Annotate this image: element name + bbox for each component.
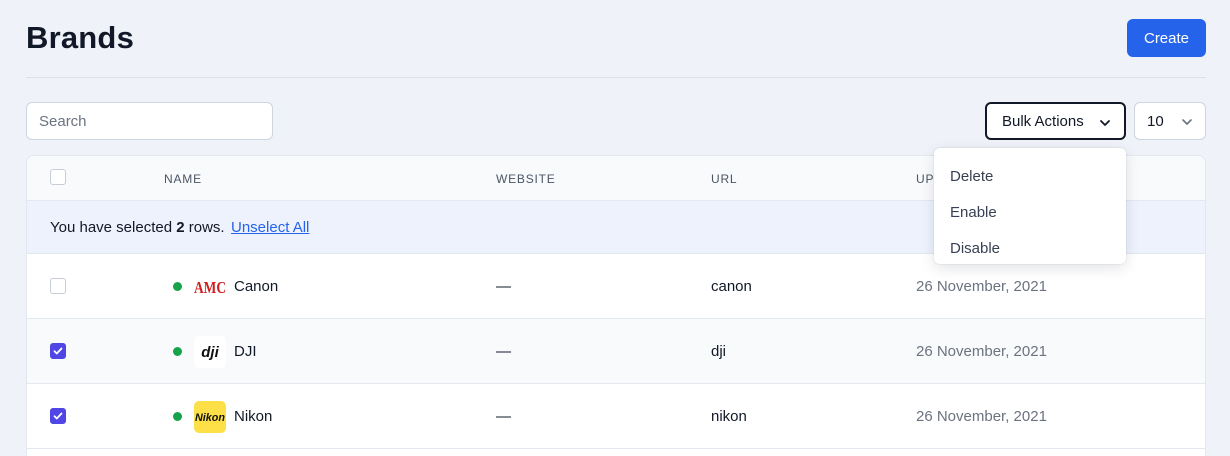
create-button[interactable]: Create (1127, 19, 1206, 57)
brand-website: — (496, 408, 511, 425)
brand-website: — (496, 278, 511, 295)
table-row[interactable]: dji DJI — dji 26 November, 2021 (27, 319, 1205, 384)
bulk-actions-menu: Delete Enable Disable (934, 148, 1126, 264)
brand-name[interactable]: Nikon (234, 408, 272, 425)
search-input[interactable] (26, 102, 273, 140)
canon-logo-icon: AMC (194, 278, 226, 297)
brand-updated: 26 November, 2021 (916, 278, 1047, 295)
per-page-value: 10 (1147, 112, 1164, 130)
bulk-action-delete[interactable]: Delete (934, 158, 1126, 194)
column-header-name[interactable]: Name (164, 172, 202, 186)
column-header-updated[interactable]: Up (916, 172, 934, 186)
nikon-logo-icon: Nikon (195, 412, 225, 424)
chevron-down-icon (1182, 119, 1192, 125)
bulk-actions-button[interactable]: Bulk Actions (985, 102, 1126, 140)
per-page-select[interactable]: 10 (1134, 102, 1206, 140)
status-indicator (173, 347, 182, 356)
bulk-action-enable[interactable]: Enable (934, 194, 1126, 230)
brand-logo: dji (194, 336, 226, 368)
brand-website: — (496, 343, 511, 360)
bulk-actions-label: Bulk Actions (1002, 112, 1084, 130)
dji-logo-icon: dji (201, 344, 219, 361)
row-checkbox[interactable] (50, 343, 66, 359)
brand-url: dji (711, 343, 727, 360)
chevron-down-icon (1100, 120, 1110, 126)
brand-updated: 26 November, 2021 (916, 343, 1047, 360)
check-icon (53, 347, 63, 355)
svg-text:dji: dji (201, 344, 219, 361)
select-all-checkbox[interactable] (50, 169, 66, 185)
bulk-action-disable[interactable]: Disable (934, 230, 1126, 266)
check-icon (53, 412, 63, 420)
unselect-all-link[interactable]: Unselect All (231, 219, 309, 236)
brand-url: canon (711, 278, 752, 295)
brand-updated: 26 November, 2021 (916, 408, 1047, 425)
brand-name[interactable]: Canon (234, 278, 278, 295)
column-header-url[interactable]: URL (711, 172, 737, 186)
brand-name[interactable]: DJI (234, 343, 257, 360)
column-header-website[interactable]: Website (496, 172, 556, 186)
brand-logo: AMC (194, 271, 226, 303)
brand-logo: Nikon (194, 401, 226, 433)
brand-url: nikon (711, 408, 747, 425)
selection-count: 2 (176, 219, 185, 236)
status-indicator (173, 282, 182, 291)
svg-text:AMC: AMC (194, 278, 226, 297)
status-indicator (173, 412, 182, 421)
selection-message: You have selected 2 rows. (50, 219, 225, 236)
table-row[interactable]: Nikon Nikon — nikon 26 November, 2021 (27, 384, 1205, 449)
row-checkbox[interactable] (50, 278, 66, 294)
page-title: Brands (26, 20, 135, 55)
row-checkbox[interactable] (50, 408, 66, 424)
page-header: Brands Create (26, 0, 1206, 78)
svg-text:Nikon: Nikon (195, 412, 225, 424)
